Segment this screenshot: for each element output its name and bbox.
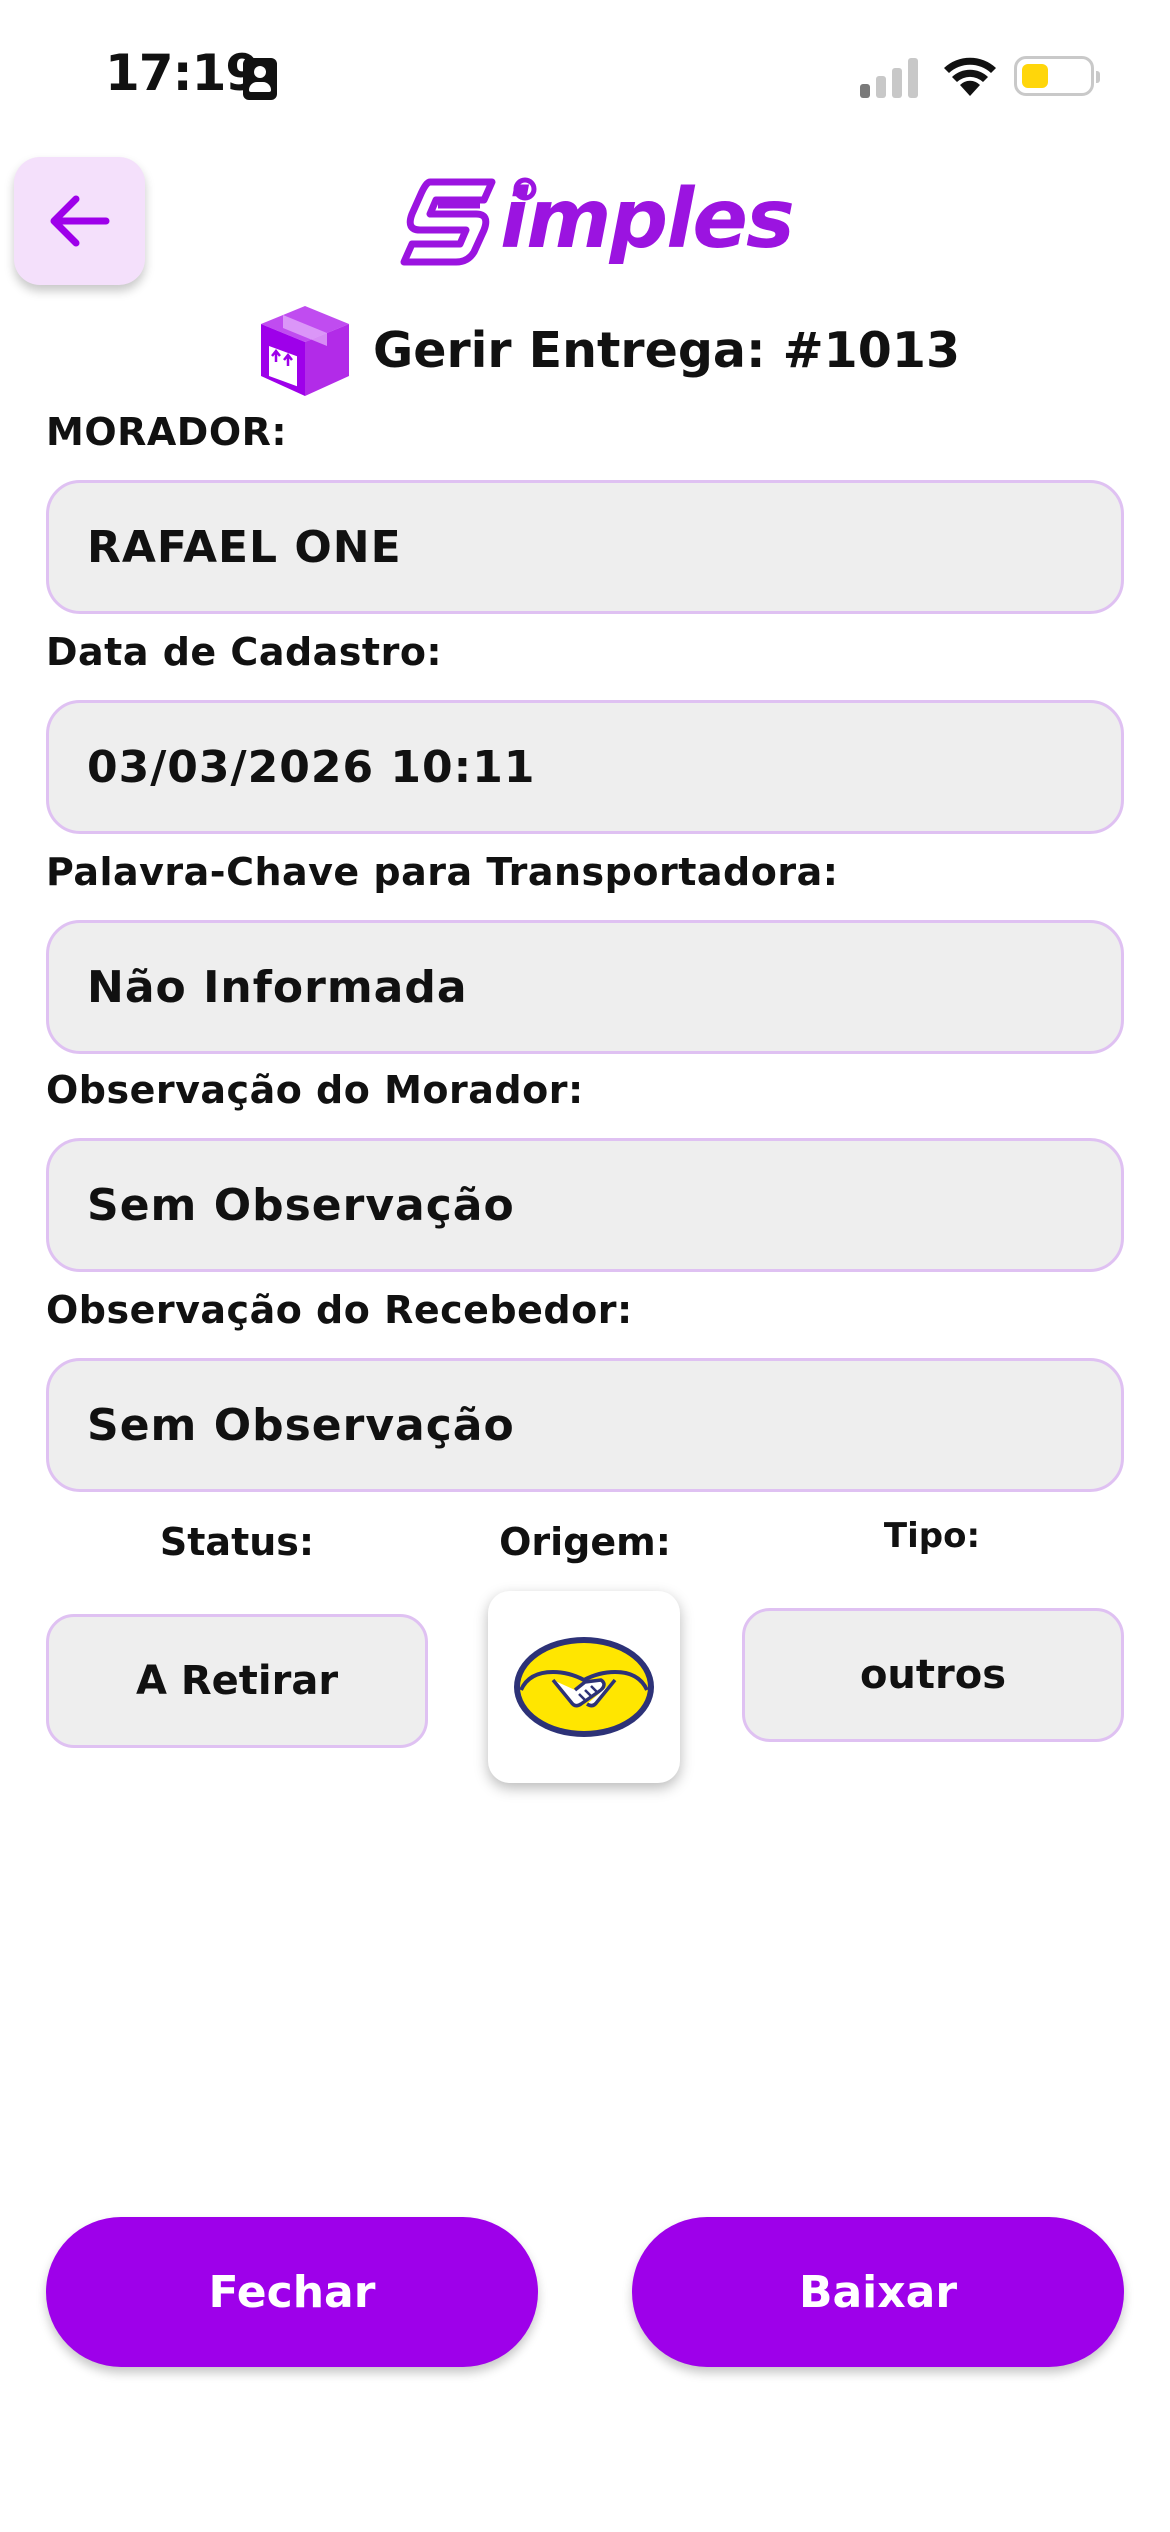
status-badge: A Retirar bbox=[46, 1614, 428, 1748]
confirm-pickup-button[interactable]: Baixar bbox=[632, 2217, 1124, 2367]
status-time: 17:19 bbox=[105, 44, 260, 102]
back-button[interactable] bbox=[14, 157, 145, 285]
status-label: Status: bbox=[159, 1520, 315, 1564]
logo-s-mark bbox=[400, 178, 496, 266]
origin-label: Origem: bbox=[499, 1520, 671, 1564]
receiver-note-label: Observação do Recebedor: bbox=[46, 1288, 633, 1332]
app-logo: imples bbox=[400, 170, 800, 270]
resident-note-field: Sem Observação bbox=[46, 1138, 1124, 1272]
morador-field: RAFAEL ONE bbox=[46, 480, 1124, 614]
logo-dot-icon bbox=[513, 177, 537, 201]
receiver-note-field: Sem Observação bbox=[46, 1358, 1124, 1492]
logo-text: imples bbox=[500, 172, 795, 267]
type-badge: outros bbox=[742, 1608, 1124, 1742]
morador-label: MORADOR: bbox=[46, 410, 288, 454]
carrier-keyword-field: Não Informada bbox=[46, 920, 1124, 1054]
mercado-livre-handshake-icon bbox=[514, 1637, 654, 1737]
type-label: Tipo: bbox=[883, 1516, 981, 1556]
arrow-left-icon bbox=[50, 195, 109, 247]
carrier-keyword-label: Palavra-Chave para Transportadora: bbox=[46, 850, 839, 894]
cellular-signal-icon bbox=[860, 56, 920, 98]
contact-card-icon bbox=[243, 58, 277, 100]
status-bar: 17:19 bbox=[0, 0, 1170, 150]
page-title-row: Gerir Entrega: #1013 bbox=[255, 300, 960, 400]
page-title: Gerir Entrega: #1013 bbox=[373, 321, 961, 379]
close-button[interactable]: Fechar bbox=[46, 2217, 538, 2367]
registration-date-field: 03/03/2026 10:11 bbox=[46, 700, 1124, 834]
origin-card bbox=[488, 1591, 680, 1783]
resident-note-label: Observação do Morador: bbox=[46, 1068, 584, 1112]
wifi-icon bbox=[944, 57, 996, 96]
battery-icon bbox=[1014, 56, 1100, 96]
registration-date-label: Data de Cadastro: bbox=[46, 630, 443, 674]
package-box-icon bbox=[261, 306, 349, 396]
